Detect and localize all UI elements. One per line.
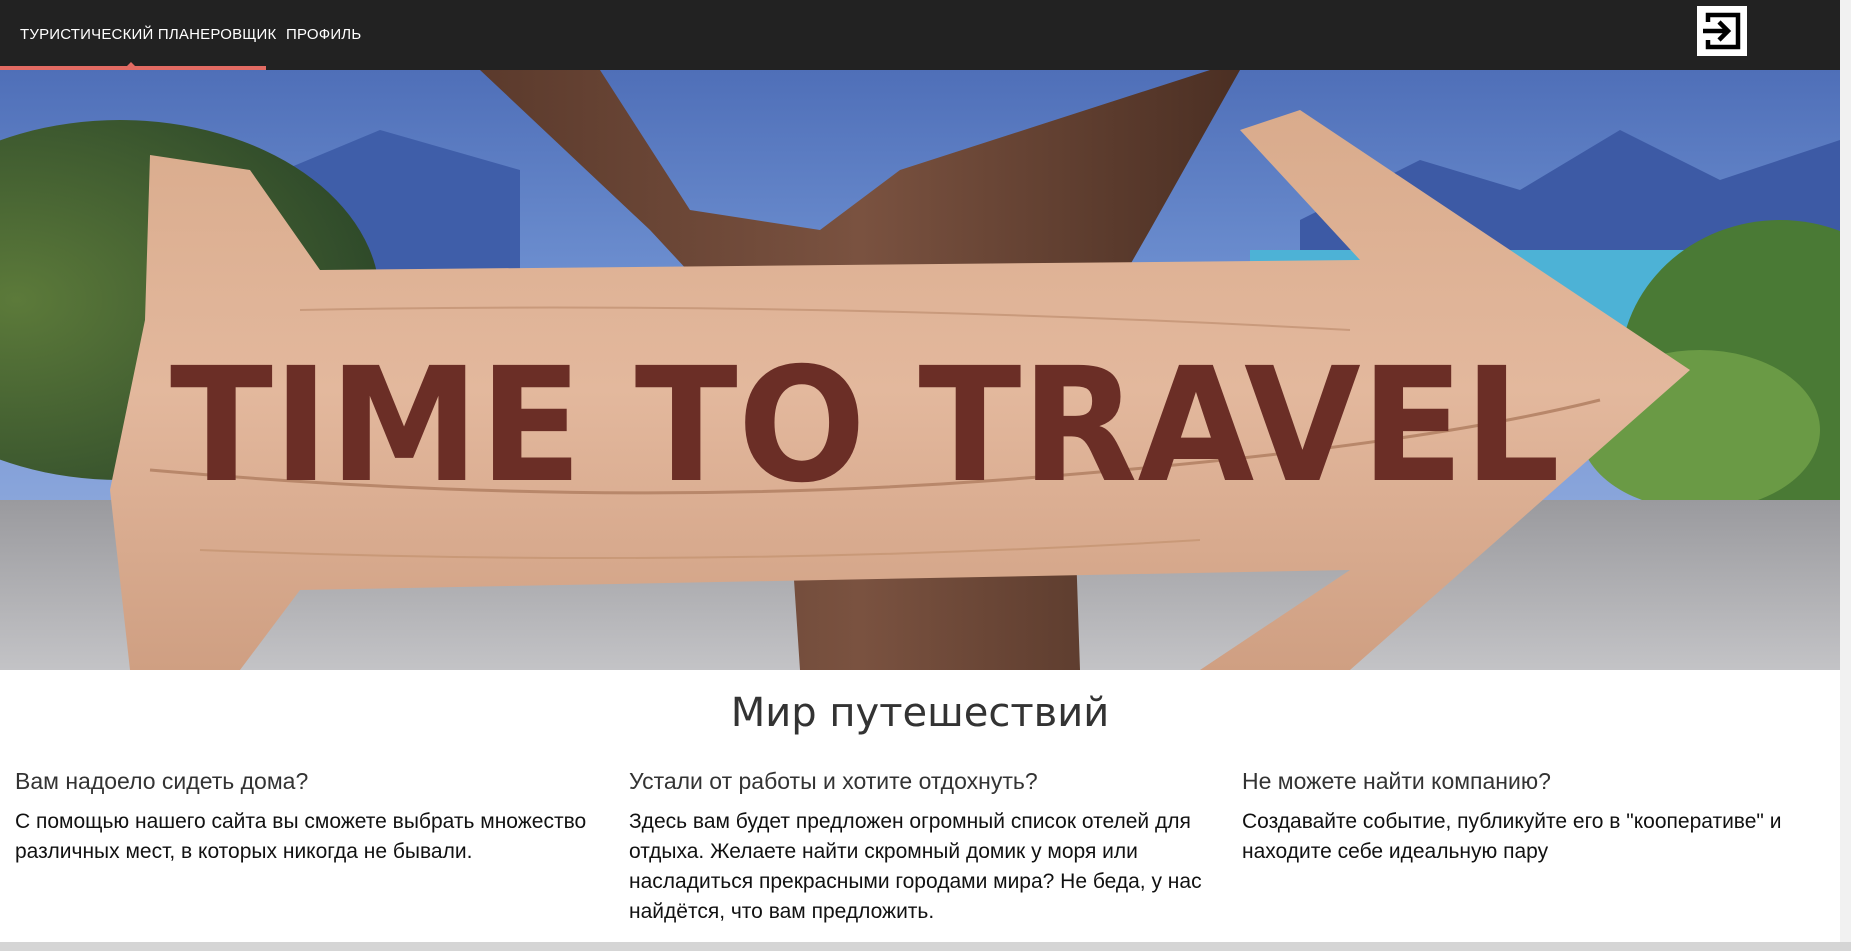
logout-icon [1697, 6, 1747, 56]
page: Туристический планеровщик Профиль [0, 0, 1851, 951]
feature-column: Устали от работы и хотите отдохнуть? Зде… [629, 768, 1229, 927]
hero-sign-text: TIME TO TRAVEL [170, 334, 1560, 518]
feature-text: С помощью нашего сайта вы сможете выбрат… [15, 810, 587, 863]
hero-image: TIME TO TRAVEL [0, 70, 1840, 670]
feature-heading: Вам надоело сидеть дома? [15, 768, 309, 794]
nav-item-home[interactable]: Туристический планеровщик [20, 0, 276, 70]
feature-heading: Не можете найти компанию? [1242, 768, 1551, 794]
feature-heading: Устали от работы и хотите отдохнуть? [629, 768, 1038, 794]
feature-text: Создавайте событие, публикуйте его в "ко… [1242, 810, 1782, 863]
top-navbar: Туристический планеровщик Профиль [0, 0, 1840, 70]
hero-banner: TIME TO TRAVEL [0, 70, 1840, 670]
logout-button[interactable] [1697, 6, 1747, 56]
nav-active-caret [126, 62, 136, 67]
feature-column: Вам надоело сидеть дома? С помощью нашег… [15, 768, 615, 867]
horizontal-scrollbar[interactable] [0, 942, 1851, 951]
page-title: Мир путешествий [730, 690, 1110, 736]
vertical-scrollbar[interactable] [1840, 0, 1851, 951]
feature-column: Не можете найти компанию? Создавайте соб… [1242, 768, 1842, 867]
feature-text: Здесь вам будет предложен огромный списо… [629, 810, 1202, 923]
nav-item-profile[interactable]: Профиль [286, 0, 361, 70]
